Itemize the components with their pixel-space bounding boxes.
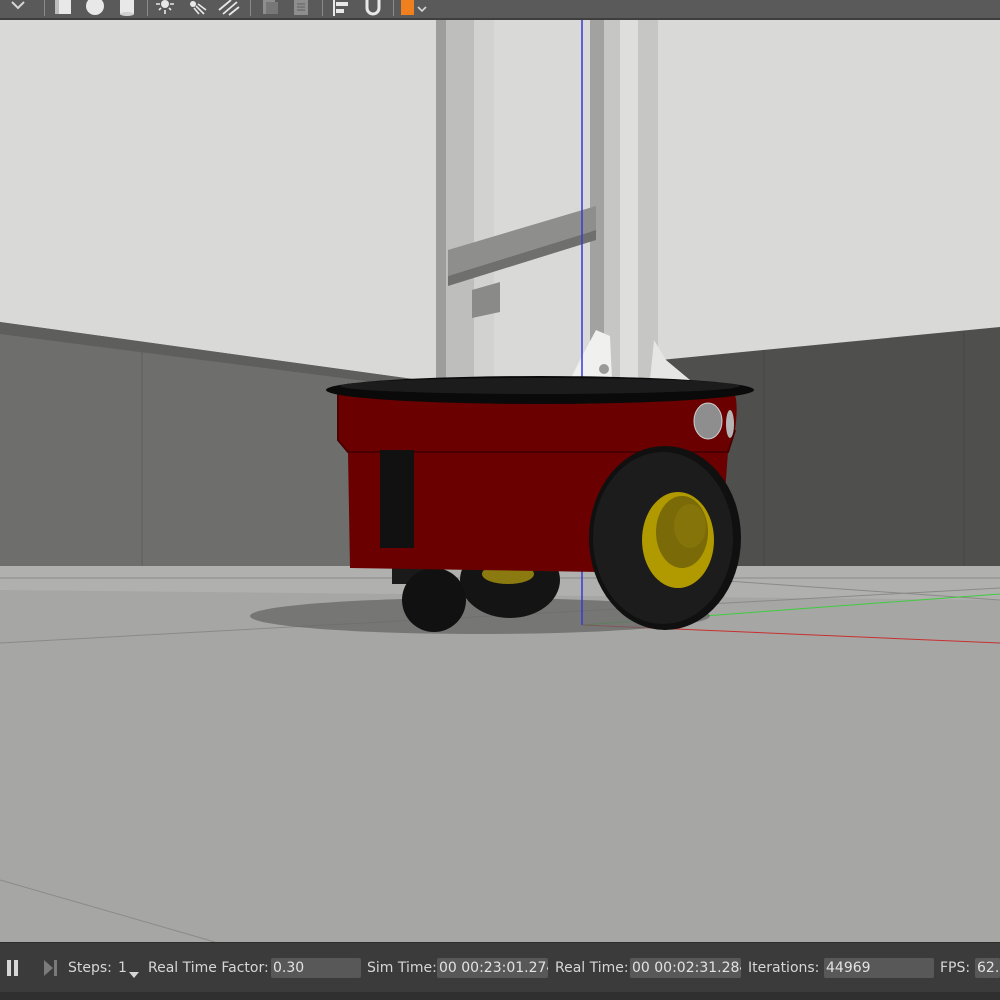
cylinder-shape-icon[interactable] <box>114 0 140 16</box>
iterations-label: Iterations: <box>748 960 820 976</box>
box-shape-icon[interactable] <box>50 0 76 16</box>
dropdown-arrow-icon[interactable] <box>4 0 34 16</box>
real-time-factor-field: 0.30 <box>271 958 361 978</box>
real-time-field: 00 00:02:31.284 <box>630 958 741 978</box>
steps-dropdown-icon[interactable] <box>129 966 139 982</box>
point-light-icon[interactable] <box>152 0 178 16</box>
sphere-shape-icon[interactable] <box>82 0 108 16</box>
step-button[interactable] <box>42 959 60 981</box>
real-time-label: Real Time: <box>555 960 629 976</box>
copy-icon[interactable] <box>256 0 282 16</box>
iterations-field: 44969 <box>824 958 934 978</box>
pause-button[interactable] <box>6 959 20 981</box>
steps-label: Steps: <box>68 960 112 976</box>
fps-label: FPS: <box>940 960 971 976</box>
paste-icon[interactable] <box>288 0 314 16</box>
toolbar <box>0 0 1000 20</box>
change-view-icon[interactable] <box>398 0 434 16</box>
fps-field: 62.9 <box>975 958 1000 978</box>
spot-light-icon[interactable] <box>184 0 210 16</box>
steps-value[interactable]: 1 <box>118 960 127 976</box>
scene-render <box>0 20 1000 942</box>
sim-time-field: 00 00:23:01.274 <box>437 958 548 978</box>
align-icon[interactable] <box>328 0 354 16</box>
real-time-factor-label: Real Time Factor: <box>148 960 269 976</box>
window-bottom-edge <box>0 992 1000 1000</box>
front-drive-wheel <box>589 446 741 630</box>
sim-time-label: Sim Time: <box>367 960 437 976</box>
directional-light-icon[interactable] <box>216 0 242 16</box>
gazebo-window: Steps: 1 Real Time Factor: 0.30 Sim Time… <box>0 0 1000 1000</box>
caster-wheel <box>402 568 466 632</box>
snap-icon[interactable] <box>360 0 386 16</box>
status-bar: Steps: 1 Real Time Factor: 0.30 Sim Time… <box>0 942 1000 993</box>
scene-viewport[interactable] <box>0 20 1000 942</box>
